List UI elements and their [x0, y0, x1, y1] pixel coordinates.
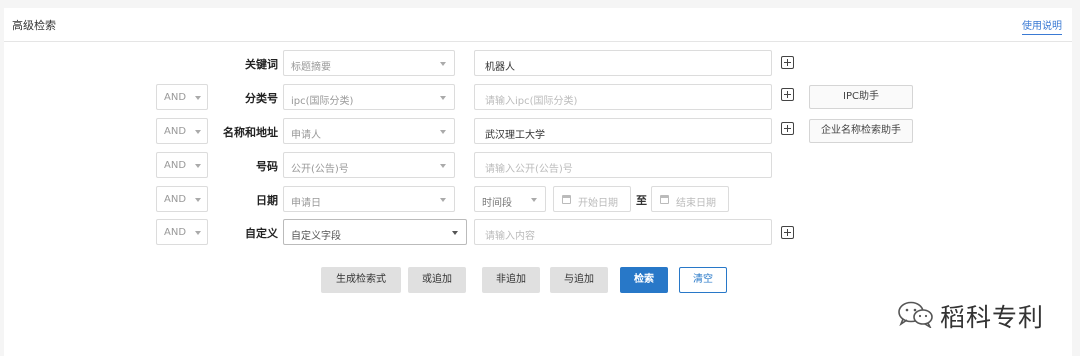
logic-select[interactable]: AND	[156, 219, 208, 245]
field-select-value: 申请日	[291, 198, 321, 209]
not-append-button[interactable]: 非追加	[482, 267, 540, 293]
logic-select[interactable]: AND	[156, 152, 208, 178]
add-row-plus-icon[interactable]	[781, 122, 794, 135]
value-input[interactable]: 请输入公开(公告)号	[474, 152, 772, 178]
search-row-custom: AND 自定义 自定义字段 请输入内容	[4, 219, 1072, 245]
start-date-picker[interactable]: 开始日期	[553, 186, 631, 212]
field-select-value: 公开(公告)号	[291, 164, 349, 175]
logic-select[interactable]: AND	[156, 186, 208, 212]
field-select[interactable]: 公开(公告)号	[283, 152, 455, 178]
chevron-down-icon	[195, 198, 201, 202]
ipc-helper-button[interactable]: IPC助手	[809, 85, 913, 109]
search-row-date: AND 日期 申请日 时间段 开始日期 至 结束日期	[4, 186, 1072, 212]
date-range-type-value: 时间段	[482, 198, 512, 209]
chevron-down-icon	[195, 130, 201, 134]
chevron-down-icon	[195, 231, 201, 235]
logic-select-value: AND	[164, 92, 187, 103]
value-input[interactable]: 机器人	[474, 50, 772, 76]
search-row-number: AND 号码 公开(公告)号 请输入公开(公告)号	[4, 152, 1072, 178]
calendar-icon	[562, 195, 571, 204]
value-input-placeholder: 请输入内容	[485, 231, 535, 242]
value-input-placeholder: 请输入ipc(国际分类)	[485, 96, 578, 107]
date-to-label: 至	[636, 194, 647, 207]
generate-query-button[interactable]: 生成检索式	[321, 267, 401, 293]
value-input[interactable]: 武汉理工大学	[474, 118, 772, 144]
company-name-helper-button[interactable]: 企业名称检索助手	[809, 119, 913, 143]
chevron-down-icon	[440, 62, 446, 66]
search-button[interactable]: 检索	[620, 267, 668, 293]
watermark-text: 稻科专利	[940, 303, 1045, 332]
logic-select-value: AND	[164, 160, 187, 171]
end-date-placeholder: 结束日期	[676, 198, 716, 209]
help-link[interactable]: 使用说明	[1022, 17, 1062, 35]
and-append-button[interactable]: 与追加	[550, 267, 608, 293]
field-select-value: 标题摘要	[291, 62, 331, 73]
value-input-text: 武汉理工大学	[485, 130, 545, 141]
logic-select[interactable]: AND	[156, 84, 208, 110]
field-select[interactable]: 标题摘要	[283, 50, 455, 76]
chevron-down-icon	[195, 164, 201, 168]
field-select-value: 申请人	[291, 130, 321, 141]
search-row-classification: AND 分类号 ipc(国际分类) 请输入ipc(国际分类) IPC助手	[4, 84, 1072, 110]
value-input-placeholder: 请输入公开(公告)号	[485, 164, 573, 175]
panel-title: 高级检索	[12, 19, 56, 32]
chevron-down-icon	[195, 96, 201, 100]
search-row-keyword: 关键词 标题摘要 机器人	[4, 50, 1072, 76]
row-label: 关键词	[245, 58, 278, 71]
row-label: 分类号	[245, 92, 278, 105]
value-input[interactable]: 请输入内容	[474, 219, 772, 245]
logic-select[interactable]: AND	[156, 118, 208, 144]
field-select[interactable]: 申请人	[283, 118, 455, 144]
row-label: 号码	[256, 160, 278, 173]
chevron-down-icon	[440, 96, 446, 100]
or-append-button[interactable]: 或追加	[408, 267, 466, 293]
field-select[interactable]: ipc(国际分类)	[283, 84, 455, 110]
logic-select-value: AND	[164, 194, 187, 205]
chevron-down-icon	[452, 231, 458, 235]
start-date-placeholder: 开始日期	[578, 198, 618, 209]
add-row-plus-icon[interactable]	[781, 56, 794, 69]
calendar-icon	[660, 195, 669, 204]
field-select[interactable]: 自定义字段	[283, 219, 467, 245]
advanced-search-panel: 高级检索 使用说明 关键词 标题摘要 机器人 AND 分类号 ipc(国际分类)…	[4, 8, 1072, 356]
chevron-down-icon	[440, 198, 446, 202]
field-select-value: 自定义字段	[291, 231, 341, 242]
chevron-down-icon	[440, 164, 446, 168]
wechat-icon	[898, 301, 933, 328]
logic-select-value: AND	[164, 126, 187, 137]
chevron-down-icon	[440, 130, 446, 134]
search-row-name-address: AND 名称和地址 申请人 武汉理工大学 企业名称检索助手	[4, 118, 1072, 144]
row-label: 自定义	[245, 227, 278, 240]
chevron-down-icon	[531, 198, 537, 202]
logic-select-value: AND	[164, 227, 187, 238]
add-row-plus-icon[interactable]	[781, 88, 794, 101]
row-label: 日期	[256, 194, 278, 207]
end-date-picker[interactable]: 结束日期	[651, 186, 729, 212]
panel-header: 高级检索 使用说明	[4, 8, 1072, 42]
clear-button[interactable]: 清空	[679, 267, 727, 293]
field-select-value: ipc(国际分类)	[291, 96, 354, 107]
add-row-plus-icon[interactable]	[781, 226, 794, 239]
action-bar: 生成检索式 或追加 非追加 与追加 检索 清空	[4, 267, 1072, 293]
field-select[interactable]: 申请日	[283, 186, 455, 212]
date-range-type-select[interactable]: 时间段	[474, 186, 546, 212]
row-label: 名称和地址	[223, 126, 278, 139]
value-input-text: 机器人	[485, 62, 515, 73]
value-input[interactable]: 请输入ipc(国际分类)	[474, 84, 772, 110]
